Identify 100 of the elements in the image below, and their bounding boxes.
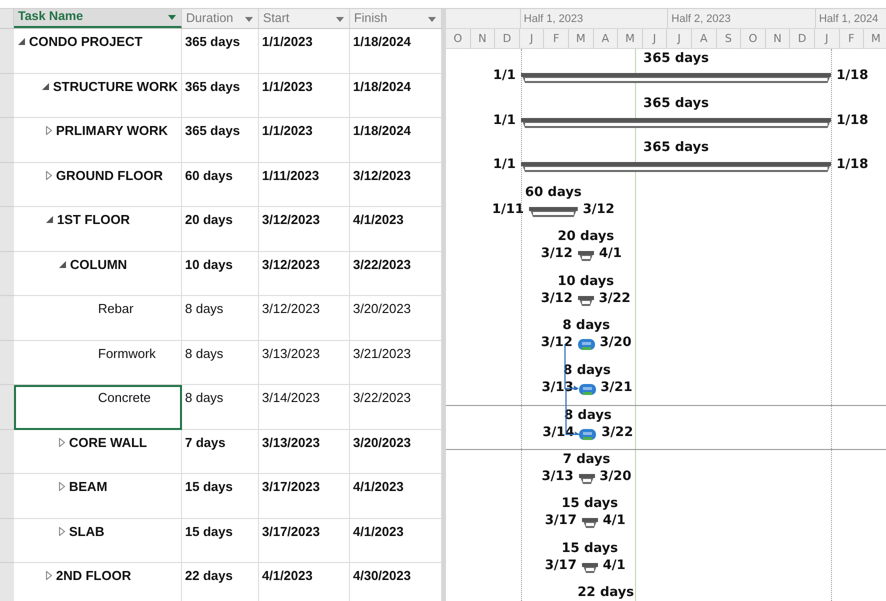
month-label: F <box>840 29 864 48</box>
duration-label: 365 days <box>643 141 709 156</box>
month-label: S <box>716 29 742 48</box>
duration-cell: 60 days <box>182 162 259 207</box>
task-name-cell[interactable]: Formwork <box>14 340 182 385</box>
task-bar[interactable] <box>578 339 595 350</box>
month-label: J <box>520 29 544 48</box>
duration-cell: 8 days <box>182 385 259 430</box>
start-label: 3/13 <box>542 380 574 395</box>
triangle-icon[interactable] <box>46 216 53 223</box>
start-cell: 3/12/2023 <box>259 252 350 296</box>
summary-bar[interactable] <box>520 162 832 173</box>
duration-label: 10 days <box>557 274 614 289</box>
triangle-icon[interactable] <box>59 526 65 536</box>
month-label: M <box>864 29 886 48</box>
duration-cell: 7 days <box>182 430 259 474</box>
summary-bar[interactable] <box>582 562 598 574</box>
duration-cell: 15 days <box>182 474 259 518</box>
task-name-cell[interactable]: Rebar <box>14 296 182 340</box>
start-cell: 1/11/2023 <box>259 162 350 207</box>
month-label: M <box>568 29 594 48</box>
start-cell: 3/13/2023 <box>259 340 350 385</box>
summary-bar[interactable] <box>520 118 832 128</box>
finish-label: 3/22 <box>598 292 631 306</box>
finish-label: 4/1 <box>602 558 626 573</box>
task-name-cell[interactable]: 1ST FLOOR <box>14 207 182 252</box>
finish-label: 1/18 <box>836 158 868 172</box>
triangle-icon[interactable] <box>46 571 52 580</box>
task-name-cell[interactable]: SLAB <box>14 518 182 563</box>
start-label: 1/1 <box>492 114 516 128</box>
task-bar[interactable] <box>578 384 596 394</box>
finish-label: 4/1 <box>602 514 626 528</box>
start-cell: 1/1/2023 <box>259 118 350 162</box>
duration-cell: 10 days <box>182 252 259 296</box>
duration-cell: 8 days <box>182 340 259 385</box>
duration-label: 20 days <box>558 230 614 244</box>
task-name-cell[interactable]: BEAM <box>14 474 182 518</box>
triangle-icon[interactable] <box>59 482 65 491</box>
start-cell: 3/12/2023 <box>259 296 350 340</box>
summary-bar[interactable] <box>582 518 598 529</box>
duration-label: 365 days <box>643 52 709 66</box>
finish-label: 1/18 <box>836 69 868 84</box>
duration-label: 8 days <box>562 319 610 334</box>
caret-icon <box>428 17 436 22</box>
task-name-cell[interactable]: 2ND FLOOR <box>14 563 182 601</box>
duration-cell: 22 days <box>182 563 259 601</box>
start-cell: 3/13/2023 <box>259 430 350 474</box>
triangle-icon[interactable] <box>46 126 52 135</box>
duration-cell: 15 days <box>182 518 259 563</box>
duration-cell: 20 days <box>182 207 259 252</box>
task-bar[interactable] <box>579 429 596 440</box>
triangle-icon[interactable] <box>59 260 66 268</box>
month-label: J <box>667 29 692 48</box>
start-label: 3/12 <box>540 247 573 262</box>
duration-label: 15 days <box>562 497 618 512</box>
finish-label: 1/18 <box>836 114 868 128</box>
task-name-cell[interactable]: PRLIMARY WORK <box>14 118 182 162</box>
duration-cell: 365 days <box>182 74 259 118</box>
start-label: 3/17 <box>544 558 577 573</box>
month-label: F <box>544 29 569 48</box>
finish-label: 3/20 <box>600 470 632 484</box>
duration-label: 15 days <box>562 542 618 556</box>
start-label: 3/13 <box>542 470 574 484</box>
summary-bar[interactable] <box>578 251 594 262</box>
month-label: N <box>766 29 790 48</box>
task-name-cell[interactable]: GROUND FLOOR <box>14 162 182 207</box>
start-label: 3/14 <box>542 426 574 440</box>
start-label: 1/1 <box>492 158 516 172</box>
task-name-cell[interactable]: CONDO PROJECT <box>14 29 182 74</box>
triangle-icon[interactable] <box>42 82 49 90</box>
caret-icon <box>245 17 253 22</box>
triangle-icon[interactable] <box>46 170 52 180</box>
task-name-cell[interactable]: STRUCTURE WORK <box>14 74 182 118</box>
summary-bar[interactable] <box>528 206 578 218</box>
month-label: M <box>618 29 643 48</box>
task-name-cell[interactable]: CORE WALL <box>14 430 182 474</box>
timescale-label: Half 2, 2023 <box>667 9 815 28</box>
task-name-cell[interactable]: COLUMN <box>14 252 182 296</box>
table-header[interactable]: Task Name <box>14 9 182 28</box>
month-label: A <box>692 29 717 48</box>
month-label: O <box>446 29 471 48</box>
start-label: 1/1 <box>492 69 516 84</box>
duration-cell: 365 days <box>182 29 259 74</box>
finish-label: 3/21 <box>600 380 632 395</box>
triangle-icon[interactable] <box>18 38 25 45</box>
task-name-cell[interactable]: Concrete <box>14 385 182 430</box>
timescale-label: Half 1, 2023 <box>520 9 668 28</box>
start-label: 3/12 <box>540 292 573 306</box>
start-label: 3/17 <box>544 514 577 528</box>
triangle-icon[interactable] <box>59 438 65 446</box>
month-label: J <box>642 29 668 48</box>
month-label: A <box>594 29 618 48</box>
summary-bar[interactable] <box>578 474 595 484</box>
start-cell: 3/12/2023 <box>259 207 350 252</box>
start-cell: 4/1/2023 <box>259 563 350 601</box>
duration-cell: 365 days <box>182 118 259 162</box>
summary-bar[interactable] <box>578 296 594 306</box>
caret-icon <box>168 15 176 20</box>
summary-bar[interactable] <box>520 73 832 84</box>
start-label: 1/11 <box>492 202 524 217</box>
